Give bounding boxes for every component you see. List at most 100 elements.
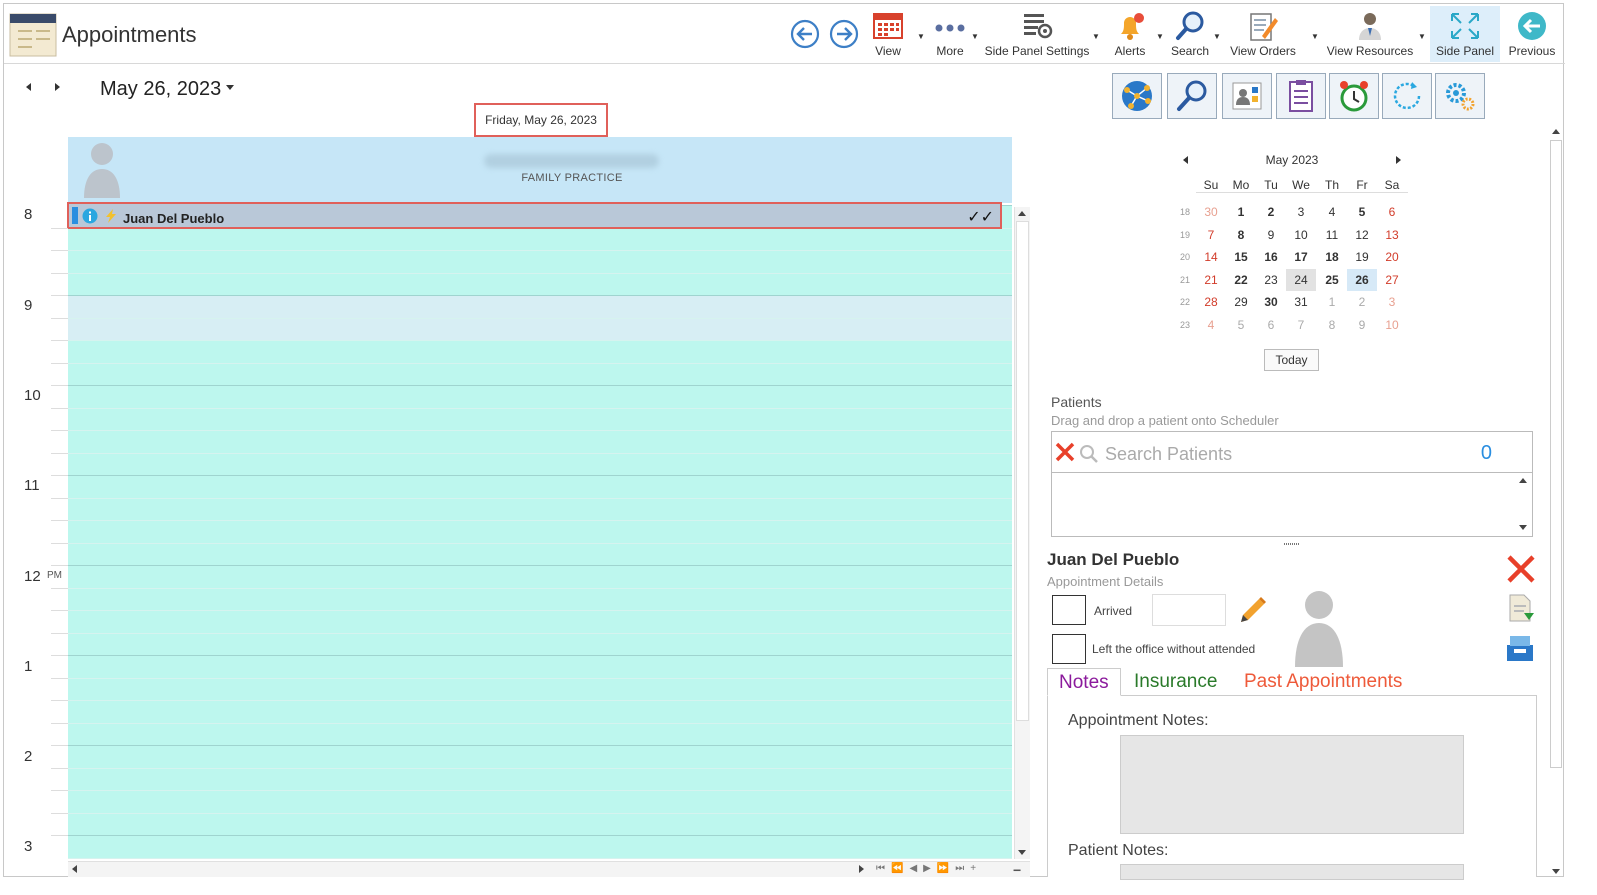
- calendar-day[interactable]: 4: [1196, 314, 1226, 336]
- scroll-down-icon[interactable]: [1018, 850, 1026, 855]
- pager-controls[interactable]: ⏮⏪◀▶⏩⏭+: [876, 863, 982, 874]
- calendar-day[interactable]: 9: [1347, 314, 1377, 336]
- patient-notes-field[interactable]: [1120, 864, 1464, 880]
- archive-tray-icon[interactable]: [1504, 633, 1536, 668]
- scroll-up-icon[interactable]: [1018, 211, 1026, 216]
- splitter-grip[interactable]: [1284, 543, 1299, 545]
- export-document-icon[interactable]: [1506, 593, 1536, 628]
- calendar-day[interactable]: 2: [1347, 291, 1377, 313]
- scroll-left-icon[interactable]: [72, 865, 77, 873]
- patient-search-box[interactable]: Search Patients 0: [1051, 431, 1533, 473]
- scroll-right-icon[interactable]: [859, 865, 864, 873]
- calendar-day[interactable]: 7: [1286, 314, 1316, 336]
- refresh-button[interactable]: [1382, 73, 1432, 119]
- side-scroll-down-icon[interactable]: [1552, 869, 1560, 874]
- calendar-day[interactable]: 24: [1286, 268, 1316, 291]
- view-resources-dropdown-icon[interactable]: ▼: [1418, 32, 1426, 41]
- alerts-dropdown-icon[interactable]: ▼: [1156, 32, 1164, 41]
- side-scroll-thumb[interactable]: [1550, 140, 1562, 768]
- patient-card-button[interactable]: [1222, 73, 1272, 119]
- schedule-grid[interactable]: [68, 205, 1012, 859]
- calendar-day[interactable]: 25: [1317, 269, 1347, 291]
- today-button[interactable]: Today: [1264, 349, 1319, 371]
- calendar-day[interactable]: 22: [1226, 269, 1256, 291]
- list-scroll-down-icon[interactable]: [1519, 525, 1527, 530]
- calendar-day[interactable]: 5: [1347, 201, 1377, 223]
- zoom-out-icon[interactable]: −: [1013, 862, 1021, 878]
- tab-insurance[interactable]: Insurance: [1123, 668, 1228, 696]
- calendar-day[interactable]: 28: [1196, 291, 1226, 313]
- alarm-clock-button[interactable]: [1329, 73, 1379, 119]
- calendar-day[interactable]: 3: [1377, 291, 1407, 313]
- calendar-day[interactable]: 17: [1286, 246, 1316, 268]
- side-panel-settings-dropdown-icon[interactable]: ▼: [1092, 32, 1100, 41]
- previous-button[interactable]: Previous: [1504, 6, 1560, 62]
- calendar-day[interactable]: 2: [1256, 201, 1286, 223]
- checklist-button[interactable]: [1276, 73, 1326, 119]
- calendar-day[interactable]: 29: [1226, 291, 1256, 313]
- edit-pencil-icon[interactable]: [1237, 594, 1269, 631]
- scroll-thumb[interactable]: [1016, 221, 1029, 721]
- schedule-horizontal-scrollbar[interactable]: ⏮⏪◀▶⏩⏭+ −: [68, 861, 1030, 878]
- view-orders-dropdown-icon[interactable]: ▼: [1311, 32, 1319, 41]
- view-orders-button[interactable]: View Orders: [1228, 6, 1298, 62]
- calendar-day[interactable]: 9: [1256, 224, 1286, 246]
- calendar-day[interactable]: 27: [1377, 269, 1407, 291]
- calendar-day[interactable]: 13: [1377, 224, 1407, 246]
- calendar-day[interactable]: 7: [1196, 224, 1226, 246]
- prev-day-icon[interactable]: [26, 83, 31, 91]
- more-dropdown-icon[interactable]: ▼: [971, 32, 979, 41]
- next-day-icon[interactable]: [55, 83, 60, 91]
- calendar-day[interactable]: 6: [1377, 201, 1407, 223]
- calendar-day[interactable]: 1: [1317, 291, 1347, 313]
- calendar-day[interactable]: 30: [1196, 201, 1226, 223]
- arrived-time-field[interactable]: [1152, 594, 1226, 626]
- tab-past-appointments[interactable]: Past Appointments: [1233, 668, 1413, 696]
- arrived-checkbox[interactable]: [1052, 595, 1086, 625]
- calendar-day[interactable]: 30: [1256, 291, 1286, 313]
- list-scroll-up-icon[interactable]: [1519, 478, 1527, 483]
- info-icon[interactable]: [82, 208, 98, 229]
- side-panel-settings-button[interactable]: Side Panel Settings: [984, 6, 1090, 62]
- delete-appointment-icon[interactable]: [1505, 553, 1537, 590]
- search-dropdown-icon[interactable]: ▼: [1213, 32, 1221, 41]
- calendar-day[interactable]: 14: [1196, 246, 1226, 268]
- mini-calendar[interactable]: May 2023 Su Mo Tu We Th Fr Sa 18 30 1 2 3 4 5 6 19 7 8 9 10…: [1174, 148, 1410, 338]
- side-panel-button[interactable]: Side Panel: [1430, 6, 1500, 62]
- find-button[interactable]: [1167, 73, 1217, 119]
- calendar-day[interactable]: 12: [1347, 224, 1377, 246]
- calendar-day[interactable]: 10: [1286, 224, 1316, 246]
- calendar-day[interactable]: 8: [1226, 224, 1256, 246]
- current-date[interactable]: May 26, 2023: [100, 78, 221, 101]
- back-arrow-icon[interactable]: [790, 19, 820, 49]
- hour-row[interactable]: [68, 835, 1012, 859]
- calendar-day[interactable]: 8: [1317, 314, 1347, 336]
- next-month-icon[interactable]: [1396, 156, 1401, 164]
- schedule-vertical-scrollbar[interactable]: [1014, 207, 1030, 859]
- calendar-day[interactable]: 16: [1256, 246, 1286, 268]
- calendar-day[interactable]: 23: [1256, 269, 1286, 291]
- more-button[interactable]: More: [928, 6, 972, 62]
- alerts-button[interactable]: Alerts: [1108, 6, 1152, 62]
- settings-button[interactable]: [1435, 73, 1485, 119]
- search-patients-input[interactable]: Search Patients: [1105, 444, 1232, 465]
- calendar-day[interactable]: 20: [1377, 246, 1407, 268]
- clear-search-icon[interactable]: [1054, 441, 1076, 468]
- calendar-day[interactable]: 18: [1317, 246, 1347, 268]
- calendar-day[interactable]: 21: [1196, 269, 1226, 291]
- patient-results-list[interactable]: [1051, 473, 1533, 537]
- side-scroll-up-icon[interactable]: [1552, 129, 1560, 134]
- calendar-day[interactable]: 15: [1226, 246, 1256, 268]
- view-resources-button[interactable]: View Resources: [1324, 6, 1416, 62]
- view-dropdown-icon[interactable]: ▼: [917, 32, 925, 41]
- calendar-day[interactable]: 19: [1347, 246, 1377, 268]
- calendar-day[interactable]: 3: [1286, 201, 1316, 223]
- appointment-block[interactable]: Juan Del Pueblo ✓✓: [67, 202, 1002, 229]
- forward-arrow-icon[interactable]: [829, 19, 859, 49]
- left-office-checkbox[interactable]: [1052, 634, 1086, 664]
- search-button[interactable]: Search: [1168, 6, 1212, 62]
- globe-network-button[interactable]: [1112, 73, 1162, 119]
- calendar-day[interactable]: 1: [1226, 201, 1256, 223]
- calendar-day[interactable]: 4: [1317, 201, 1347, 223]
- view-button[interactable]: View: [866, 6, 910, 62]
